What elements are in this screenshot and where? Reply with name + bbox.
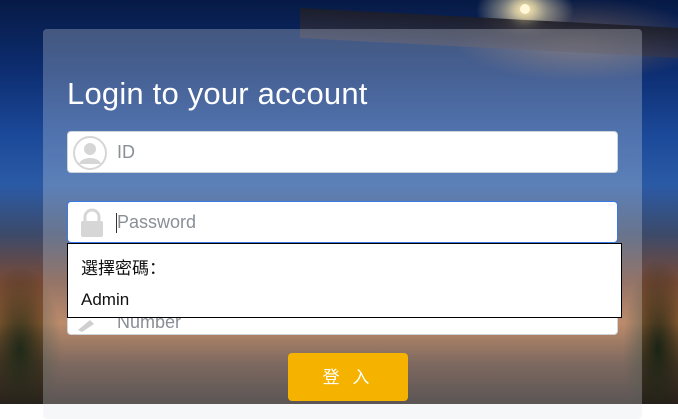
page-title: Login to your account bbox=[67, 76, 368, 111]
password-suggestion-dropdown: 選擇密碼： Admin bbox=[67, 243, 622, 318]
id-placeholder: ID bbox=[117, 142, 135, 162]
dropdown-option-admin[interactable]: Admin bbox=[81, 290, 129, 310]
password-field[interactable]: Password bbox=[67, 201, 618, 243]
login-button[interactable]: 登 入 bbox=[288, 353, 408, 401]
pencil-icon bbox=[78, 320, 94, 332]
id-field[interactable]: ID bbox=[67, 131, 618, 173]
dropdown-header: 選擇密碼： bbox=[81, 259, 166, 278]
password-placeholder: Password bbox=[117, 212, 197, 232]
user-avatar-icon bbox=[73, 136, 107, 170]
background-light bbox=[520, 4, 530, 14]
lock-icon bbox=[81, 208, 103, 237]
